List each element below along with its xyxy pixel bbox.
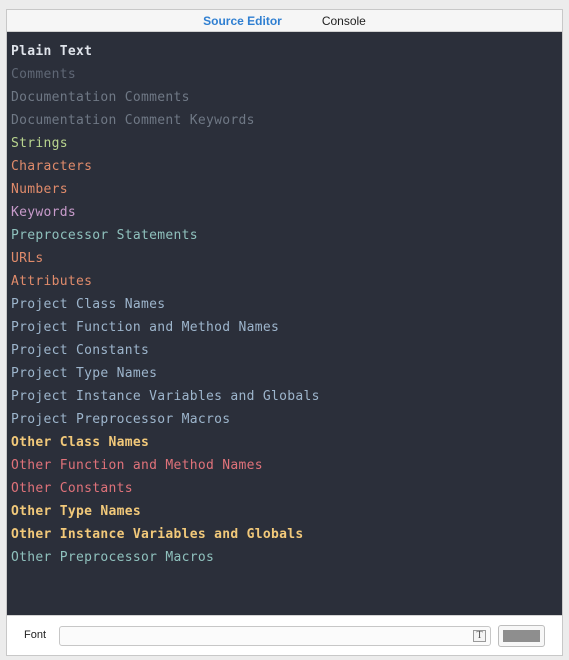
preferences-panel: Source Editor Console Plain Text Comment…: [6, 9, 563, 656]
syntax-item-other-type-names[interactable]: Other Type Names: [7, 500, 562, 523]
font-field[interactable]: T: [59, 626, 491, 646]
tab-console[interactable]: Console: [322, 13, 366, 28]
syntax-item-other-preprocessor-macros[interactable]: Other Preprocessor Macros: [7, 546, 562, 569]
syntax-item-comments[interactable]: Comments: [7, 63, 562, 86]
syntax-item-project-preprocessor-macros[interactable]: Project Preprocessor Macros: [7, 408, 562, 431]
font-picker-icon[interactable]: T: [473, 630, 486, 642]
syntax-item-other-function-method-names[interactable]: Other Function and Method Names: [7, 454, 562, 477]
syntax-item-numbers[interactable]: Numbers: [7, 178, 562, 201]
syntax-item-project-function-method-names[interactable]: Project Function and Method Names: [7, 316, 562, 339]
color-swatch: [503, 630, 540, 642]
tab-source-editor[interactable]: Source Editor: [203, 13, 282, 28]
color-well-button[interactable]: [498, 625, 545, 647]
syntax-item-project-class-names[interactable]: Project Class Names: [7, 293, 562, 316]
syntax-item-strings[interactable]: Strings: [7, 132, 562, 155]
font-label: Font: [24, 629, 47, 641]
syntax-item-documentation-comment-keywords[interactable]: Documentation Comment Keywords: [7, 109, 562, 132]
font-settings-bar: Font T: [7, 615, 562, 655]
syntax-item-other-constants[interactable]: Other Constants: [7, 477, 562, 500]
syntax-item-other-class-names[interactable]: Other Class Names: [7, 431, 562, 454]
syntax-item-attributes[interactable]: Attributes: [7, 270, 562, 293]
syntax-item-project-type-names[interactable]: Project Type Names: [7, 362, 562, 385]
syntax-item-project-instance-variables-globals[interactable]: Project Instance Variables and Globals: [7, 385, 562, 408]
syntax-color-list: Plain Text Comments Documentation Commen…: [7, 32, 562, 615]
tab-bar: Source Editor Console: [7, 10, 562, 32]
syntax-item-project-constants[interactable]: Project Constants: [7, 339, 562, 362]
syntax-item-documentation-comments[interactable]: Documentation Comments: [7, 86, 562, 109]
syntax-item-keywords[interactable]: Keywords: [7, 201, 562, 224]
syntax-item-preprocessor-statements[interactable]: Preprocessor Statements: [7, 224, 562, 247]
syntax-item-urls[interactable]: URLs: [7, 247, 562, 270]
syntax-item-other-instance-variables-globals[interactable]: Other Instance Variables and Globals: [7, 523, 562, 546]
syntax-item-characters[interactable]: Characters: [7, 155, 562, 178]
syntax-item-plain-text[interactable]: Plain Text: [7, 40, 562, 63]
